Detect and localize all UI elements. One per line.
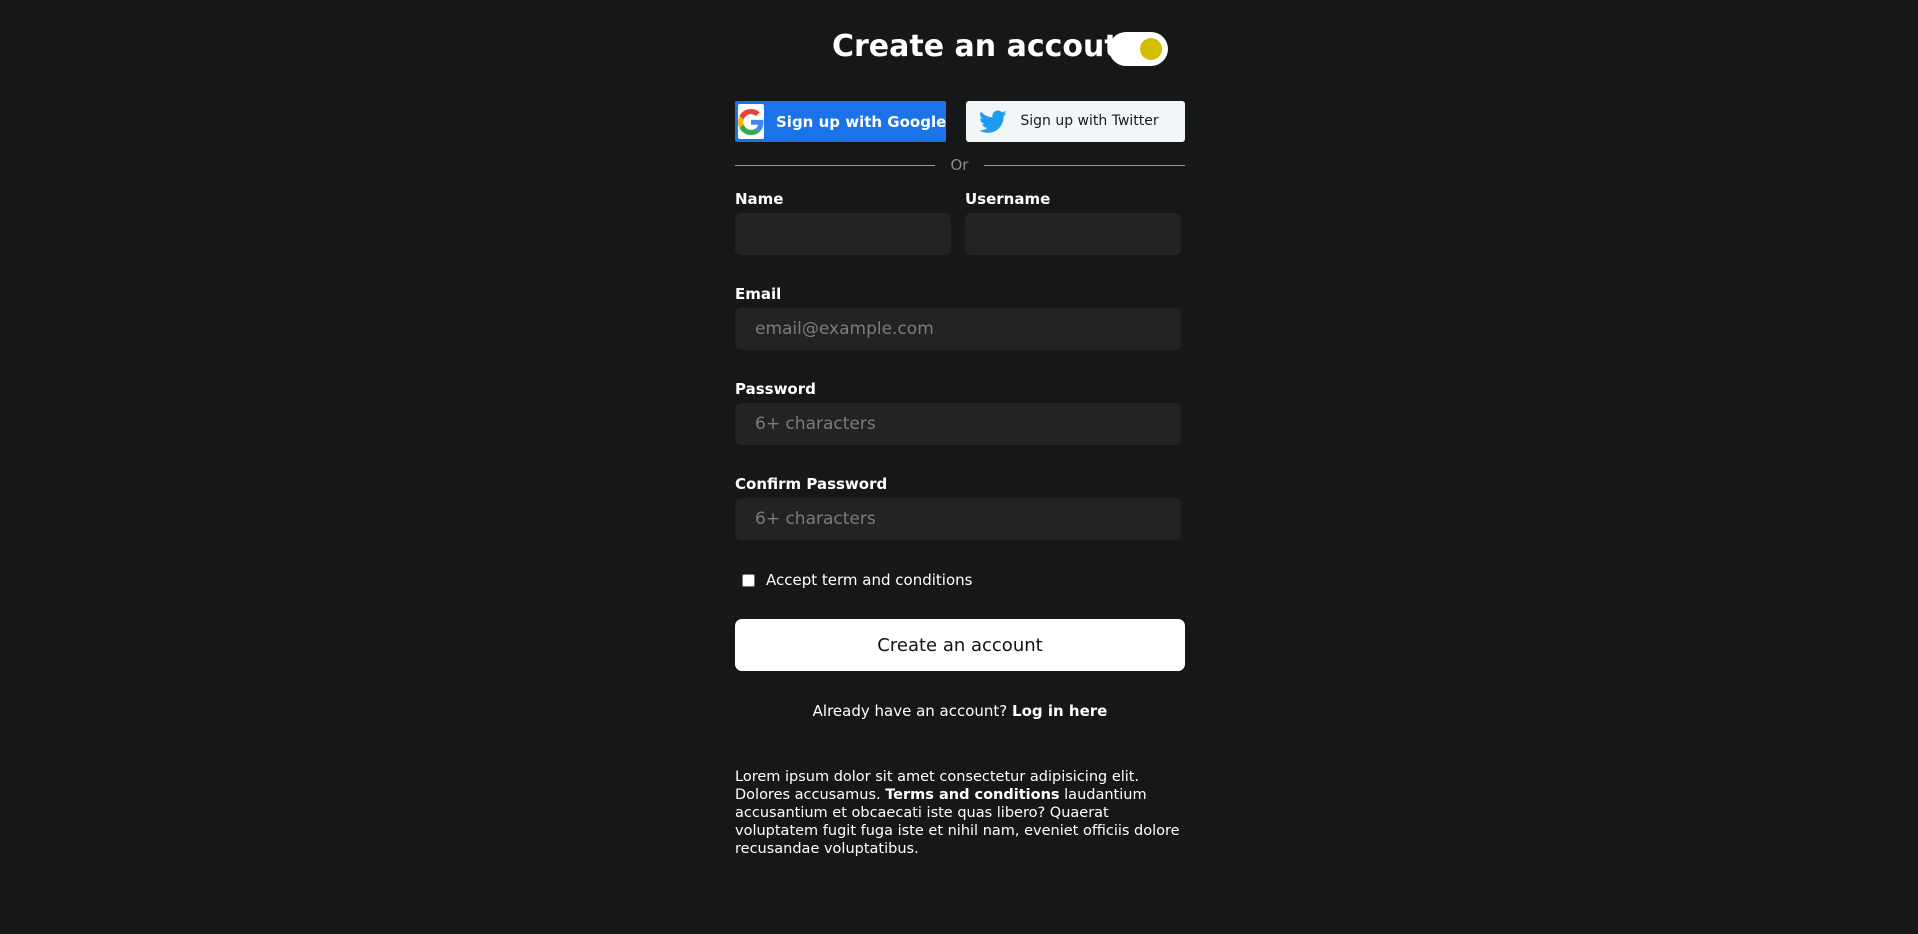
divider-line-right xyxy=(984,165,1185,166)
theme-toggle[interactable] xyxy=(1109,32,1168,66)
password-field[interactable] xyxy=(735,403,1181,445)
terms-checkbox[interactable] xyxy=(742,573,755,587)
email-label: Email xyxy=(735,285,782,303)
confirm-password-field[interactable] xyxy=(735,498,1181,540)
twitter-signup-label: Sign up with Twitter xyxy=(1020,113,1159,129)
twitter-bird-icon xyxy=(978,107,1008,137)
google-signup-label: Sign up with Google xyxy=(776,112,947,131)
password-label: Password xyxy=(735,380,816,398)
footer-text: Lorem ipsum dolor sit amet consectetur a… xyxy=(735,768,1185,858)
username-field[interactable] xyxy=(965,213,1181,255)
terms-checkbox-row: Accept term and conditions xyxy=(742,570,972,590)
toggle-knob xyxy=(1140,38,1162,60)
email-field[interactable] xyxy=(735,308,1181,350)
google-signup-button[interactable]: Sign up with Google xyxy=(735,101,946,142)
google-logo-icon xyxy=(738,104,764,139)
social-signup-row: Sign up with Google Sign up with Twitter xyxy=(735,101,1185,143)
login-prompt: Already have an account? Log in here xyxy=(735,702,1185,720)
username-label: Username xyxy=(965,190,1051,208)
page-title: Create an accout xyxy=(832,29,1119,64)
header-row: Create an accout xyxy=(735,24,1185,70)
name-label: Name xyxy=(735,190,784,208)
login-prompt-text: Already have an account? xyxy=(812,702,1008,720)
twitter-signup-button[interactable]: Sign up with Twitter xyxy=(966,101,1185,142)
create-account-button[interactable]: Create an account xyxy=(735,619,1185,671)
terms-link[interactable]: Terms and conditions xyxy=(885,787,1059,803)
confirm-password-label: Confirm Password xyxy=(735,475,888,493)
login-link[interactable]: Log in here xyxy=(1012,702,1107,720)
divider-line-left xyxy=(735,165,935,166)
or-divider: Or xyxy=(735,155,1185,177)
divider-text: Or xyxy=(950,156,969,174)
terms-checkbox-label: Accept term and conditions xyxy=(766,571,973,589)
name-field[interactable] xyxy=(735,213,951,255)
